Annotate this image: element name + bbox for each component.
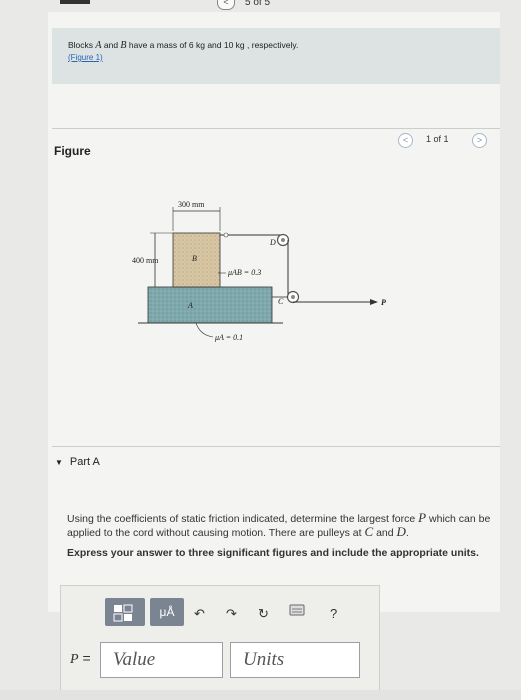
chevron-right-icon: > (476, 135, 483, 145)
friction-a-label: μA = 0.1 (214, 333, 243, 342)
figure-prev-button[interactable]: < (398, 133, 413, 148)
answer-instruction: Express your answer to three significant… (67, 547, 479, 559)
question-counter: 5 of 5 (245, 0, 271, 8)
pulley-c-label: C (278, 297, 284, 306)
figure-diagram: 300 mm 400 mm A B D C P μAB = 0.3 μA = 0… (132, 200, 386, 342)
dimension-width-label: 300 mm (178, 200, 205, 209)
pulley-d-axle (281, 238, 285, 242)
units-input[interactable]: Units (230, 642, 360, 678)
figure-heading: Figure (54, 144, 91, 158)
reset-icon[interactable]: ↻ (258, 606, 269, 622)
block-a-label: A (187, 301, 193, 310)
pulley-d-label: D (269, 238, 276, 247)
redo-icon[interactable]: ↷ (226, 606, 237, 622)
top-bar (60, 0, 90, 4)
pulley-c-axle (291, 295, 295, 299)
dimension-height-label: 400 mm (132, 256, 159, 265)
callout-line (195, 322, 214, 338)
answer-variable-label: P = (70, 650, 91, 667)
divider (52, 128, 500, 129)
keyboard-icon[interactable] (289, 604, 305, 619)
force-p-label: P (381, 298, 386, 307)
figure-link[interactable]: (Figure 1) (68, 53, 103, 62)
bottom-bar (0, 690, 521, 700)
cord-attachment (223, 232, 229, 238)
block-b-label: B (192, 254, 197, 263)
problem-statement: Blocks A and B have a mass of 6 kg and 1… (68, 40, 299, 51)
part-a-header[interactable]: ▼ Part A (55, 456, 100, 468)
collapse-triangle-icon: ▼ (55, 458, 63, 467)
templates-button[interactable] (105, 598, 145, 626)
divider (52, 446, 500, 447)
block-a (147, 286, 273, 324)
chevron-left-icon: < (402, 135, 409, 145)
matrix-template-icon (113, 604, 133, 622)
value-input[interactable]: Value (100, 642, 223, 678)
question-text: Using the coefficients of static frictio… (67, 510, 491, 539)
prev-question-button[interactable]: < (217, 0, 235, 10)
problem-intro: Blocks A and B have a mass of 6 kg and 1… (52, 28, 500, 84)
friction-ab-label: μAB = 0.3 (227, 268, 261, 277)
figure-pager: < 1 of 1 > (398, 133, 488, 149)
force-arrow-icon (370, 299, 378, 305)
undo-icon[interactable]: ↶ (194, 606, 205, 622)
units-symbol-button[interactable]: μÅ (150, 598, 184, 626)
figure-counter: 1 of 1 (426, 134, 449, 144)
chevron-left-icon: < (223, 0, 229, 7)
figure-next-button[interactable]: > (472, 133, 487, 148)
help-icon[interactable]: ? (330, 606, 337, 621)
